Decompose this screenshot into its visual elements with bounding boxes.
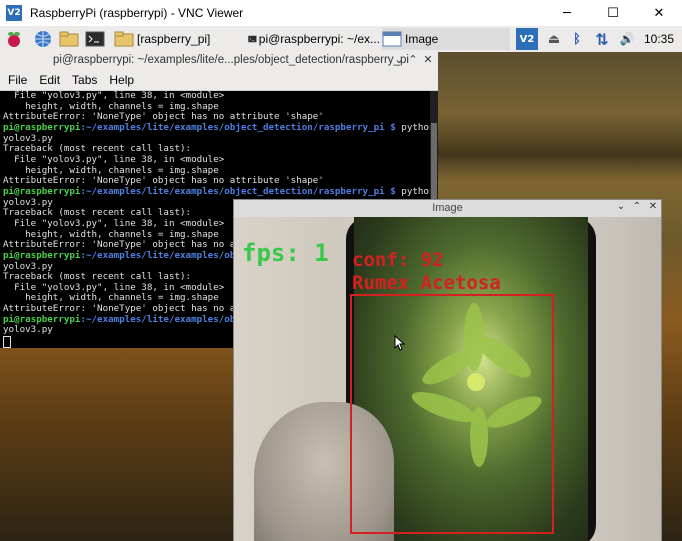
prompt-command: python3 xyxy=(401,121,433,133)
terminal-title-bar[interactable]: pi@raspberrypi: ~/examples/lite/e...ples… xyxy=(0,52,438,70)
prompt-user: pi@raspberrypi xyxy=(3,249,81,261)
camera-frame: fps: 1 conf: 92 Rumex Acetosa xyxy=(234,217,661,541)
detection-bounding-box xyxy=(350,294,554,534)
taskbar-item-terminal[interactable]: pi@raspberrypi: ~/ex... xyxy=(248,28,380,50)
detection-label-overlay: Rumex Acetosa xyxy=(352,272,501,294)
eject-icon[interactable]: ⏏ xyxy=(544,29,564,49)
menu-tabs[interactable]: Tabs xyxy=(72,73,97,87)
menu-file[interactable]: File xyxy=(8,73,27,87)
menu-help[interactable]: Help xyxy=(109,73,134,87)
terminal-line: pi@raspberrypi:~/examples/lite/examples/… xyxy=(3,121,433,134)
prompt-user: pi@raspberrypi xyxy=(3,121,81,133)
file-manager-icon[interactable] xyxy=(59,29,79,49)
terminal-icon xyxy=(248,35,257,43)
image-window-title: Image xyxy=(432,202,463,214)
vnc-maximize-button[interactable]: ☐ xyxy=(590,0,636,26)
prompt-path: :~/examples/lite/examples/object_detecti… xyxy=(80,185,396,197)
prompt-user: pi@raspberrypi xyxy=(3,185,81,197)
bluetooth-icon[interactable]: ᛒ xyxy=(567,29,587,49)
image-minimize-button[interactable]: ⌄ xyxy=(614,201,628,216)
fps-overlay: fps: 1 xyxy=(242,239,329,267)
terminal-minimize-button[interactable]: ⌄ xyxy=(392,53,406,69)
web-browser-icon[interactable] xyxy=(33,29,53,49)
terminal-line: File "yolov3.py", line 38, in <module> xyxy=(3,153,225,165)
raspberry-menu-icon[interactable] xyxy=(4,29,24,49)
terminal-maximize-button[interactable]: ⌃ xyxy=(406,53,420,69)
vnc-window-title: RaspberryPi (raspberrypi) - VNC Viewer xyxy=(30,6,244,20)
volume-icon[interactable]: 🔊 xyxy=(617,29,637,49)
image-close-button[interactable]: ✕ xyxy=(646,201,660,216)
mouse-cursor-icon xyxy=(394,335,406,351)
taskbar-item-file-manager[interactable]: [raspberry_pi] xyxy=(114,28,244,50)
image-window-title-bar[interactable]: Image ⌄ ⌃ ✕ xyxy=(234,200,661,217)
taskbar: [raspberry_pi] pi@raspberrypi: ~/ex... I… xyxy=(0,26,682,53)
terminal-menu-bar: File Edit Tabs Help xyxy=(0,70,438,91)
taskbar-item-image[interactable]: Image xyxy=(382,28,510,50)
network-icon[interactable]: ⇅ xyxy=(592,29,612,49)
prompt-command: python3 xyxy=(401,185,433,197)
terminal-launcher-icon[interactable] xyxy=(85,29,105,49)
folder-icon xyxy=(114,31,134,47)
vnc-tray-icon[interactable]: V2 xyxy=(516,28,538,50)
taskbar-item-label: [raspberry_pi] xyxy=(137,32,211,46)
vnc-close-button[interactable]: ✕ xyxy=(636,0,682,26)
vnc-logo-icon: V2 xyxy=(6,5,22,21)
image-maximize-button[interactable]: ⌃ xyxy=(630,201,644,216)
vnc-minimize-button[interactable]: ─ xyxy=(544,0,590,26)
confidence-overlay: conf: 92 xyxy=(352,249,444,271)
image-window-icon xyxy=(382,31,402,47)
taskbar-item-label: Image xyxy=(405,32,439,46)
terminal-line: pi@raspberrypi:~/examples/lite/examples/… xyxy=(3,185,433,198)
image-window: Image ⌄ ⌃ ✕ fps: 1 conf: 92 Rumex Acetos… xyxy=(233,199,662,541)
taskbar-item-label: pi@raspberrypi: ~/ex... xyxy=(258,32,380,46)
terminal-title: pi@raspberrypi: ~/examples/lite/e...ples… xyxy=(53,54,409,66)
prompt-path: :~/examples/lite/examples/object_detecti… xyxy=(80,121,396,133)
terminal-close-button[interactable]: ✕ xyxy=(421,53,435,69)
terminal-cursor xyxy=(3,336,11,348)
clock[interactable]: 10:35 xyxy=(644,32,674,46)
vnc-title-bar: V2 RaspberryPi (raspberrypi) - VNC Viewe… xyxy=(0,0,682,26)
prompt-user: pi@raspberrypi xyxy=(3,313,81,325)
menu-edit[interactable]: Edit xyxy=(39,73,60,87)
